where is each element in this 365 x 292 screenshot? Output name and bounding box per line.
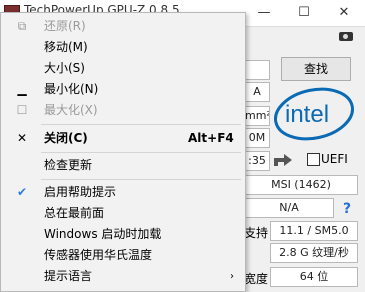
menu-item-restore[interactable]: ⧉ 还原(R) [1,16,245,37]
minimize-icon: ▁ [17,82,27,96]
lookup-button[interactable]: 查找 [281,57,351,81]
menu-separator [41,179,241,180]
menu-item-label: 传感器使用华氏温度 [44,248,153,262]
directx-support-field: 11.1 / SM5.0 [270,221,358,241]
menu-item-load-on-startup[interactable]: Windows 启动时加载 [1,224,245,245]
menu-item-fahrenheit[interactable]: 传感器使用华氏温度 [1,245,245,266]
gpu-field: A [244,82,270,102]
close-window-button[interactable]: ✕ [324,2,364,24]
menu-separator [41,152,241,153]
menu-item-close[interactable]: ✕ 关闭(C) Alt+F4 [1,128,245,149]
system-context-menu: ⧉ 还原(R) 移动(M) 大小(S) ▁ 最小化(N) ☐ 最大化(X) ✕ … [0,12,246,292]
menu-item-label: 最大化(X) [44,103,98,117]
menu-item-language[interactable]: 提示语言 › [1,266,245,287]
help-icon[interactable]: ? [343,201,351,217]
transistors-field: 0M [244,128,270,148]
maximize-window-button[interactable]: ☐ [284,2,324,24]
menu-item-maximize[interactable]: ☐ 最大化(X) [1,100,245,121]
menu-item-move[interactable]: 移动(M) [1,37,245,58]
menu-item-label: 提示语言 [44,269,93,283]
bus-width-field: 64 位 [270,267,358,287]
bios-field: N/A [244,198,334,218]
menu-item-label: 大小(S) [44,61,85,75]
menu-item-shortcut: Alt+F4 [188,131,234,145]
restore-icon: ⧉ [17,19,27,33]
checkmark-icon: ✔ [16,185,28,199]
menu-item-label: 检查更新 [44,158,93,172]
menu-item-label: 启用帮助提示 [44,185,117,199]
release-date-field: :35 [244,151,270,171]
menu-item-label: 最小化(N) [44,82,99,96]
menu-item-label: 关闭(C) [44,131,88,145]
menu-item-check-updates[interactable]: 检查更新 [1,155,245,176]
menu-separator [41,124,241,125]
camera-icon[interactable] [339,32,353,41]
intel-logo: intel [274,87,354,141]
subvendor-field: MSI (1462) [244,175,358,195]
close-icon: ✕ [16,131,28,145]
menu-item-label: 还原(R) [44,19,86,33]
share-icon[interactable] [272,150,294,168]
directx-support-label: 支持 [244,226,269,240]
die-size-field: mm² [244,106,270,126]
uefi-label: UEFI [321,152,348,166]
bus-width-label: 宽度 [244,272,269,286]
menu-item-label: Windows 启动时加载 [44,227,162,241]
texture-fillrate-field: 2.8 G 纹理/秒 [270,243,358,263]
minimize-window-button[interactable]: — [244,2,284,24]
maximize-icon: ☐ [16,103,28,117]
name-field [244,60,270,80]
menu-item-always-on-top[interactable]: 总在最前面 [1,203,245,224]
svg-text:intel: intel [285,101,329,128]
menu-item-minimize[interactable]: ▁ 最小化(N) [1,79,245,100]
menu-item-label: 总在最前面 [44,206,105,220]
menu-item-help-tips[interactable]: ✔ 启用帮助提示 [1,182,245,203]
uefi-checkbox[interactable] [307,153,320,166]
menu-item-size[interactable]: 大小(S) [1,58,245,79]
menu-item-label: 移动(M) [44,40,88,54]
submenu-arrow-icon: › [230,271,234,282]
